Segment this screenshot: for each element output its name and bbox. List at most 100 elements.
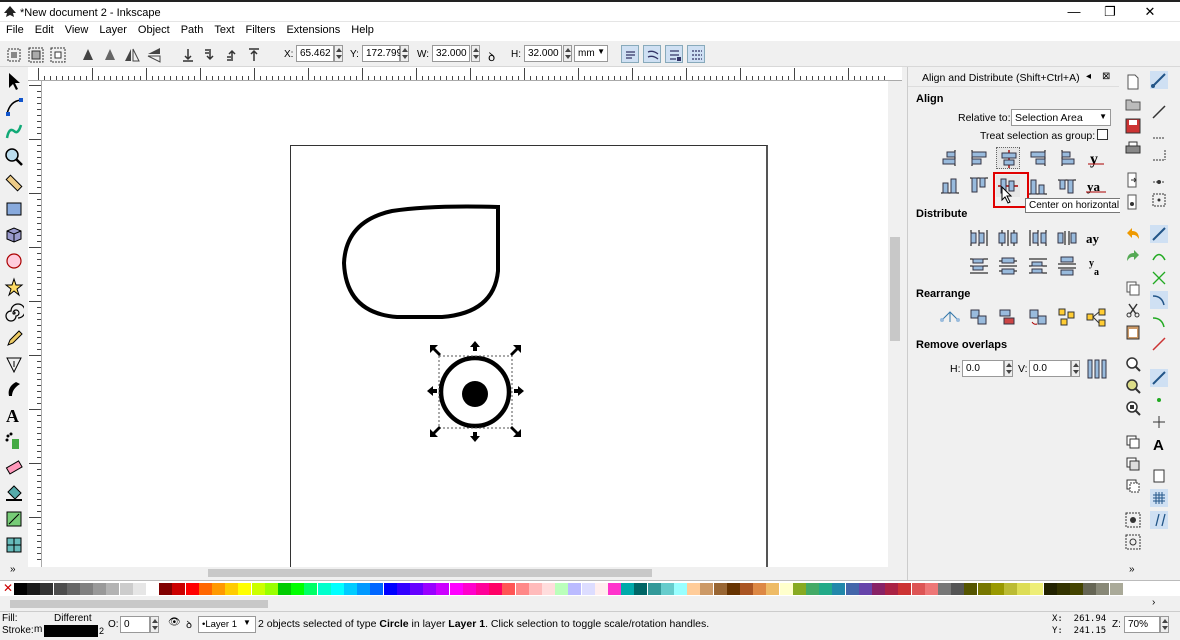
opacity-spinner[interactable] — [150, 616, 159, 633]
palette-swatch[interactable] — [753, 583, 767, 595]
3d-box-tool-icon[interactable] — [4, 225, 24, 245]
canvas[interactable] — [42, 81, 888, 567]
palette-swatch[interactable] — [40, 583, 54, 595]
palette-swatch[interactable] — [806, 583, 819, 595]
clone-icon[interactable] — [1124, 455, 1142, 473]
open-folder-icon[interactable] — [1124, 95, 1142, 113]
menu-help[interactable]: Help — [345, 22, 379, 36]
snap-bbox-icon[interactable] — [1150, 103, 1168, 121]
remove-overlaps-icon[interactable] — [1085, 358, 1109, 380]
maximize-button[interactable]: ❐ — [1090, 4, 1130, 22]
overlap-v-input[interactable]: 0.0 — [1029, 360, 1071, 377]
star-tool-icon[interactable] — [4, 277, 24, 297]
palette-swatch[interactable] — [251, 583, 265, 595]
lower-to-bottom-icon[interactable] — [178, 45, 196, 63]
snap-rotation-center-icon[interactable] — [1150, 413, 1168, 431]
unit-select[interactable]: mm ▼ — [574, 45, 608, 62]
overlap-h-input[interactable]: 0.0 — [962, 360, 1004, 377]
w-spinner[interactable] — [471, 45, 480, 62]
distribute-gaps-v-icon[interactable] — [1055, 255, 1079, 277]
palette-swatch[interactable] — [436, 583, 450, 595]
palette-swatch[interactable] — [858, 583, 872, 595]
calligraphy-tool-icon[interactable] — [4, 379, 24, 399]
raise-icon[interactable] — [222, 45, 240, 63]
palette-swatch[interactable] — [832, 583, 846, 595]
palette-swatch[interactable] — [80, 583, 93, 595]
align-right-edges-icon[interactable] — [1026, 147, 1050, 169]
palette-swatch[interactable] — [238, 583, 252, 595]
palette-swatch[interactable] — [581, 583, 595, 595]
lock-icon[interactable]: ꝺ — [186, 617, 192, 631]
eraser-tool-icon[interactable] — [4, 457, 24, 477]
unlink-clone-icon[interactable] — [1124, 477, 1142, 495]
move-patterns-icon[interactable] — [687, 45, 705, 63]
menu-file[interactable]: File — [0, 22, 29, 36]
palette-swatch[interactable] — [198, 583, 212, 595]
menu-filters[interactable]: Filters — [240, 22, 281, 36]
ellipse-tool-icon[interactable] — [4, 251, 24, 271]
snap-bbox-corner-icon[interactable] — [1150, 147, 1168, 165]
palette-swatch[interactable] — [726, 583, 740, 595]
menu-object[interactable]: Object — [132, 22, 175, 36]
palette-swatch[interactable] — [212, 583, 225, 595]
snap-others-icon[interactable] — [1150, 369, 1168, 387]
palette-swatch[interactable] — [634, 583, 648, 595]
palette-swatch[interactable] — [383, 583, 397, 595]
zoom-selection-icon[interactable] — [1124, 355, 1142, 373]
palette-swatch[interactable] — [93, 583, 107, 595]
export-icon[interactable] — [1124, 193, 1142, 211]
deselect-icon[interactable] — [48, 45, 66, 63]
distribute-right-icon[interactable] — [1026, 227, 1050, 249]
exchange-clockwise-icon[interactable] — [1026, 306, 1050, 328]
palette-swatch[interactable] — [119, 583, 133, 595]
align-baseline-text-icon[interactable]: y — [1084, 147, 1108, 169]
palette-swatch[interactable] — [1017, 583, 1031, 595]
duplicate-icon[interactable] — [1124, 433, 1142, 451]
h-spinner[interactable] — [563, 45, 572, 62]
center-vertical-axis-icon[interactable] — [996, 147, 1020, 169]
palette-swatch[interactable] — [1030, 583, 1044, 595]
snap-midpoints-icon[interactable] — [1150, 335, 1168, 353]
palette-swatch[interactable] — [489, 583, 503, 595]
align-right-to-left-icon[interactable] — [938, 147, 962, 169]
palette-scroll-right-icon[interactable]: › — [1152, 597, 1155, 608]
palette-swatch[interactable] — [1056, 583, 1070, 595]
palette-scrollbar[interactable]: › — [0, 597, 1180, 611]
palette-swatch[interactable] — [159, 583, 173, 595]
palette-swatch[interactable] — [66, 583, 80, 595]
palette-swatch[interactable] — [304, 583, 318, 595]
palette-swatch[interactable] — [1083, 583, 1097, 595]
flip-horizontal-icon[interactable] — [122, 45, 140, 63]
h-input[interactable]: 32.000 — [524, 45, 562, 62]
no-paint-icon[interactable]: ✕ — [3, 581, 13, 595]
palette-swatch[interactable] — [660, 583, 674, 595]
vertical-scroll-thumb[interactable] — [890, 237, 900, 341]
palette-swatch[interactable] — [172, 583, 186, 595]
distribute-baseline-h-icon[interactable]: ay — [1084, 227, 1108, 249]
palette-swatch[interactable] — [1043, 583, 1057, 595]
palette-swatch[interactable] — [502, 583, 516, 595]
y-spinner[interactable] — [400, 45, 409, 62]
distribute-center-v-icon[interactable] — [996, 255, 1020, 277]
palette-swatch[interactable] — [608, 583, 621, 595]
snap-bbox-center-icon[interactable] — [1150, 191, 1168, 209]
palette-swatch[interactable] — [700, 583, 714, 595]
mesh-tool-icon[interactable] — [4, 535, 24, 555]
pencil-tool-icon[interactable] — [4, 329, 24, 349]
palette-swatch[interactable] — [370, 583, 384, 595]
rotate-ccw-icon[interactable] — [78, 45, 96, 63]
w-input[interactable]: 32.000 — [432, 45, 470, 62]
snap-paths-icon[interactable] — [1150, 247, 1168, 265]
horizontal-scrollbar[interactable] — [28, 567, 902, 579]
palette-swatch[interactable] — [938, 583, 951, 595]
palette-swatch[interactable] — [740, 583, 753, 595]
undo-icon[interactable] — [1124, 225, 1142, 243]
palette-swatch[interactable] — [291, 583, 305, 595]
palette-swatch[interactable] — [423, 583, 437, 595]
menu-path[interactable]: Path — [175, 22, 209, 36]
palette-swatch[interactable] — [542, 583, 555, 595]
new-document-icon[interactable] — [1124, 73, 1142, 91]
palette-swatch[interactable] — [146, 583, 159, 595]
snap-smooth-icon[interactable] — [1150, 313, 1168, 331]
palette-swatch[interactable] — [766, 583, 780, 595]
